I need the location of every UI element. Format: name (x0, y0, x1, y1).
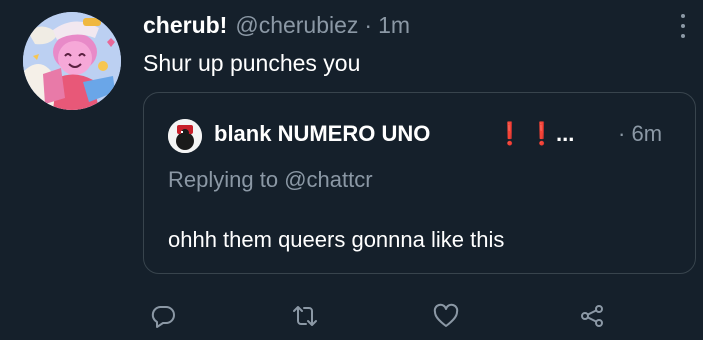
reply-icon (151, 306, 175, 328)
share-button[interactable] (574, 298, 610, 334)
retweet-button[interactable] (287, 298, 323, 334)
quoted-tweet-text: ohhh them queers gonnna like this (168, 227, 505, 252)
quoted-tweet-timestamp: · 6m (618, 119, 662, 149)
quoted-avatar-illustration (168, 119, 202, 153)
author-display-name[interactable]: cherub! (143, 10, 227, 40)
quoted-author-avatar (168, 119, 202, 153)
tweet[interactable]: cherub! @cherubiez · 1m Shur up punches … (0, 0, 703, 340)
more-vertical-icon[interactable] (677, 12, 689, 40)
tweet-action-bar (0, 298, 703, 334)
replying-prefix: Replying to (168, 167, 279, 192)
share-icon (581, 305, 603, 327)
quoted-author-display-name: blank NUMERO UNO (214, 121, 431, 146)
replying-to-line: Replying to @chattcr (168, 165, 373, 195)
exclamation-emoji: ❗ (528, 121, 556, 146)
tweet-text: Shur up punches you (143, 50, 361, 76)
retweet-icon (293, 306, 317, 326)
tweet-timestamp[interactable]: 1m (378, 10, 410, 40)
author-handle[interactable]: @cherubiez (235, 10, 358, 40)
header-separator: · (364, 12, 373, 38)
avatar-illustration (23, 12, 121, 110)
reply-button[interactable] (145, 298, 181, 334)
replying-handle[interactable]: @chattcr (284, 167, 372, 192)
author-avatar[interactable] (23, 12, 121, 110)
quoted-tweet-card[interactable]: blank NUMERO UNO ❗ ❗ ... · 6m Replying t… (143, 92, 696, 274)
quoted-separator: · (618, 121, 626, 146)
exclamation-emoji: ❗ (496, 121, 524, 146)
like-button[interactable] (428, 298, 464, 334)
name-truncation-ellipsis: ... (556, 121, 575, 146)
heart-icon (433, 303, 459, 327)
quoted-time: 6m (631, 121, 663, 146)
tweet-header: cherub! @cherubiez · 1m (143, 10, 410, 40)
